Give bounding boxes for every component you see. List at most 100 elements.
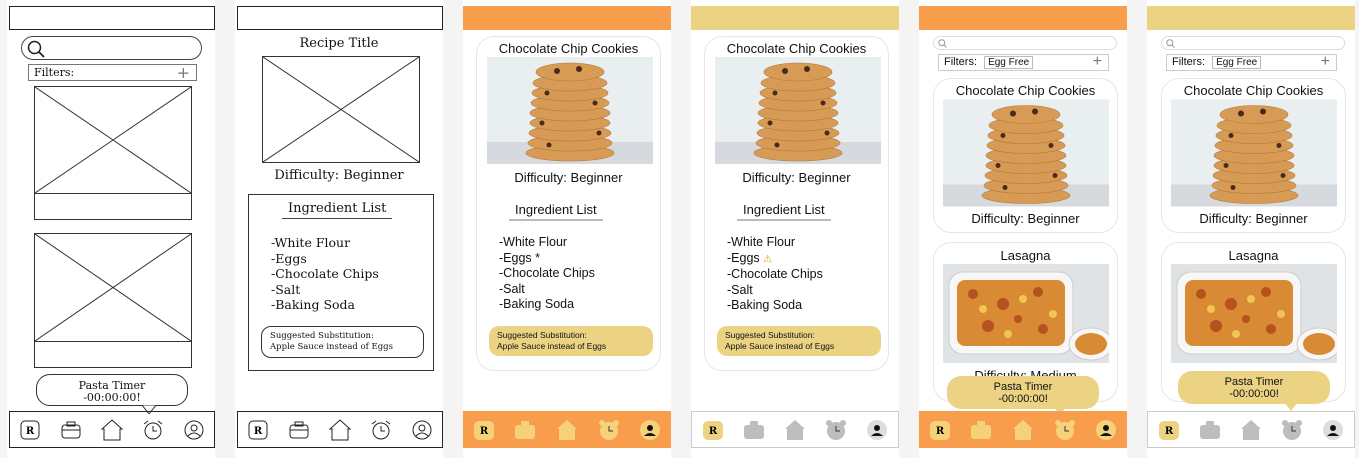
substitution-value: Apple Sauce instead of Eggs xyxy=(270,342,393,352)
ingredient-item: -Eggs ⚠ xyxy=(727,250,773,265)
image-placeholder xyxy=(35,87,191,193)
bottom-nav: R xyxy=(9,411,215,448)
search-input[interactable] xyxy=(933,36,1117,50)
recipe-card-title: Chocolate Chip Cookies xyxy=(1183,83,1324,98)
difficulty-label: Difficulty: Beginner xyxy=(514,170,623,185)
svg-text:R: R xyxy=(480,426,489,437)
filters-label: Filters: xyxy=(34,66,75,79)
home-icon[interactable] xyxy=(1240,419,1262,441)
recipe-card[interactable]: Chocolate Chip Cookies Difficulty: Begin… xyxy=(933,78,1118,233)
search-input[interactable] xyxy=(1161,36,1345,50)
recipe-card[interactable]: Chocolate Chip Cookies Difficulty: Begin… xyxy=(1161,78,1346,233)
filter-tag-egg-free[interactable]: Egg Free xyxy=(1212,56,1262,69)
substitution-value: Apple Sauce instead of Eggs xyxy=(725,341,835,351)
recipe-book-icon[interactable]: R xyxy=(247,419,269,441)
wireframe-detail-screen: Recipe Title Difficulty: Beginner Ingred… xyxy=(235,0,443,458)
recipe-card-title: Chocolate Chip Cookies xyxy=(955,83,1096,98)
profile-icon[interactable] xyxy=(639,419,661,441)
bottom-nav: R xyxy=(691,411,899,448)
home-icon[interactable] xyxy=(556,419,578,441)
cookie-photo xyxy=(715,57,881,164)
alarm-clock-icon[interactable] xyxy=(598,419,620,441)
profile-icon[interactable] xyxy=(1322,419,1344,441)
bottom-nav: R xyxy=(237,411,443,448)
top-bar xyxy=(1147,6,1355,30)
timer-value: -00:00:00! xyxy=(998,393,1048,405)
ingredient-item: -Chocolate Chips xyxy=(271,266,379,281)
profile-icon[interactable] xyxy=(866,419,888,441)
profile-icon[interactable] xyxy=(1095,419,1117,441)
alarm-clock-icon[interactable] xyxy=(825,419,847,441)
home-icon[interactable] xyxy=(328,418,351,441)
top-bar xyxy=(9,6,215,30)
list-screen-orange: Filters: Egg Free + Chocolate Chip Cooki… xyxy=(919,0,1127,458)
recipe-title: Recipe Title xyxy=(299,36,379,51)
ingredient-item: -White Flour xyxy=(499,235,568,249)
ingredient-list: -White Flour -Eggs -Chocolate Chips -Sal… xyxy=(271,235,379,313)
home-icon[interactable] xyxy=(784,419,806,441)
recipe-title: Chocolate Chip Cookies xyxy=(498,41,639,56)
pantry-box-icon[interactable] xyxy=(743,419,765,441)
recipe-detail-card: Chocolate Chip Cookies Difficulty: Begin… xyxy=(476,36,661,371)
pantry-box-icon[interactable] xyxy=(288,419,310,441)
timer-value: -00:00:00! xyxy=(1229,388,1279,400)
filters-bar[interactable]: Filters: + xyxy=(28,63,197,82)
home-icon[interactable] xyxy=(1012,419,1034,441)
bottom-nav: R xyxy=(1147,411,1355,448)
lasagna-photo xyxy=(1171,264,1337,363)
ingredient-item: -White Flour xyxy=(271,235,351,250)
alarm-clock-icon[interactable] xyxy=(142,419,164,441)
search-icon xyxy=(1166,39,1175,48)
ingredient-item: -Chocolate Chips xyxy=(499,266,595,280)
timer-popup[interactable]: Pasta Timer -00:00:00! xyxy=(947,376,1099,409)
ingredient-heading: Ingredient List xyxy=(737,202,831,221)
plus-icon[interactable]: + xyxy=(1321,53,1330,71)
pantry-box-icon[interactable] xyxy=(1199,419,1221,441)
svg-text:R: R xyxy=(254,426,263,437)
filters-bar[interactable]: Filters: Egg Free + xyxy=(938,53,1109,71)
timer-popup[interactable]: Pasta Timer -00:00:00! xyxy=(36,374,188,406)
recipe-book-icon[interactable]: R xyxy=(19,419,41,441)
search-input[interactable] xyxy=(21,36,202,60)
plus-icon[interactable]: + xyxy=(1093,53,1102,71)
timer-value: -00:00:00! xyxy=(83,391,141,404)
recipe-book-icon[interactable]: R xyxy=(473,419,495,441)
difficulty-label: Difficulty: Beginner xyxy=(742,170,851,185)
cookie-photo xyxy=(1171,99,1337,207)
recipe-book-icon[interactable]: R xyxy=(702,419,724,441)
substitution-note: Suggested Substitution: Apple Sauce inst… xyxy=(717,326,881,356)
recipe-card-placeholder[interactable] xyxy=(34,233,192,368)
ingredient-item: -Salt xyxy=(271,281,301,297)
filters-label: Filters: xyxy=(944,56,977,68)
recipe-book-icon[interactable]: R xyxy=(929,419,951,441)
plus-icon[interactable]: + xyxy=(177,63,190,82)
warning-icon: ⚠ xyxy=(763,253,773,265)
timer-popup[interactable]: Pasta Timer -00:00:00! xyxy=(1178,371,1330,404)
recipe-book-icon[interactable]: R xyxy=(1158,419,1180,441)
profile-icon[interactable] xyxy=(183,419,205,441)
alarm-clock-icon[interactable] xyxy=(1054,419,1076,441)
substitution-label: Suggested Substitution: xyxy=(497,330,587,340)
pantry-box-icon[interactable] xyxy=(514,419,536,441)
ingredient-item: -Salt xyxy=(727,282,753,297)
substitution-note: Suggested Substitution: Apple Sauce inst… xyxy=(489,326,653,356)
pantry-box-icon[interactable] xyxy=(970,419,992,441)
recipe-title: Chocolate Chip Cookies xyxy=(726,41,867,56)
home-icon[interactable] xyxy=(100,418,123,441)
substitution-value: Apple Sauce instead of Eggs xyxy=(497,341,607,351)
recipe-card-placeholder[interactable] xyxy=(34,86,192,220)
profile-icon[interactable] xyxy=(411,419,433,441)
search-icon xyxy=(27,40,45,58)
filters-bar[interactable]: Filters: Egg Free + xyxy=(1166,53,1337,71)
svg-text:R: R xyxy=(1164,426,1173,437)
pantry-box-icon[interactable] xyxy=(60,419,82,441)
ingredient-item: -Eggs xyxy=(271,250,307,266)
top-bar xyxy=(691,6,899,30)
ingredient-item: -Baking Soda xyxy=(271,297,356,312)
detail-screen-yellow: Chocolate Chip Cookies Difficulty: Begin… xyxy=(691,0,899,458)
alarm-clock-icon[interactable] xyxy=(1281,419,1303,441)
alarm-clock-icon[interactable] xyxy=(370,419,392,441)
filter-tag-egg-free[interactable]: Egg Free xyxy=(984,56,1034,69)
recipe-detail-card: Chocolate Chip Cookies Difficulty: Begin… xyxy=(704,36,889,371)
ingredient-item: -White Flour xyxy=(727,235,796,249)
